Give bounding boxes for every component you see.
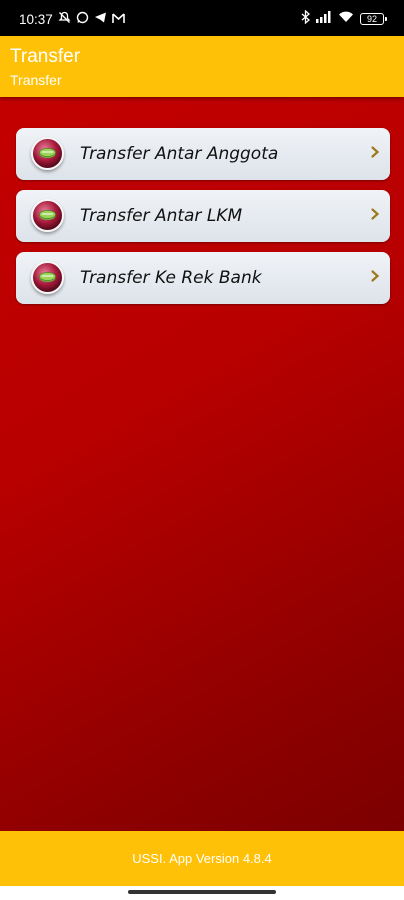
- chevron-right-icon: [371, 270, 380, 282]
- status-right: 92: [301, 9, 387, 27]
- main-content: Transfer Antar Anggota Transfer Antar LK…: [0, 97, 404, 831]
- whatsapp-icon: [76, 11, 89, 27]
- menu-item-label: Transfer Ke Rek Bank: [80, 268, 262, 288]
- menu-item-transfer-ke-rek-bank[interactable]: Transfer Ke Rek Bank: [16, 252, 390, 304]
- footer: USSI. App Version 4.8.4: [0, 831, 404, 886]
- status-bar: 10:37 92: [0, 0, 404, 36]
- gmail-icon: [111, 12, 125, 27]
- chevron-right-icon: [371, 146, 380, 158]
- transfer-coin-icon: [31, 261, 64, 294]
- page-title: Transfer: [10, 46, 81, 67]
- telegram-icon: [94, 11, 107, 27]
- transfer-menu-list: Transfer Antar Anggota Transfer Antar LK…: [16, 128, 390, 314]
- bluetooth-icon: [301, 9, 310, 27]
- wifi-icon: [338, 11, 354, 26]
- app-header: Transfer Transfer: [0, 36, 404, 97]
- app-version-text: USSI. App Version 4.8.4: [132, 851, 272, 866]
- menu-item-transfer-antar-anggota[interactable]: Transfer Antar Anggota: [16, 128, 390, 180]
- menu-item-label: Transfer Antar LKM: [80, 206, 243, 226]
- status-time: 10:37: [19, 11, 53, 27]
- chevron-right-icon: [371, 208, 380, 220]
- transfer-coin-icon: [31, 199, 64, 232]
- battery-icon: 92: [360, 12, 387, 25]
- transfer-coin-icon: [31, 137, 64, 170]
- system-nav-bar: [0, 886, 404, 900]
- mute-icon: [58, 11, 71, 27]
- page-subtitle: Transfer: [10, 72, 62, 88]
- signal-icon: [316, 11, 332, 26]
- status-left: 10:37: [19, 11, 125, 27]
- home-indicator[interactable]: [128, 890, 276, 894]
- menu-item-transfer-antar-lkm[interactable]: Transfer Antar LKM: [16, 190, 390, 242]
- menu-item-label: Transfer Antar Anggota: [80, 144, 279, 164]
